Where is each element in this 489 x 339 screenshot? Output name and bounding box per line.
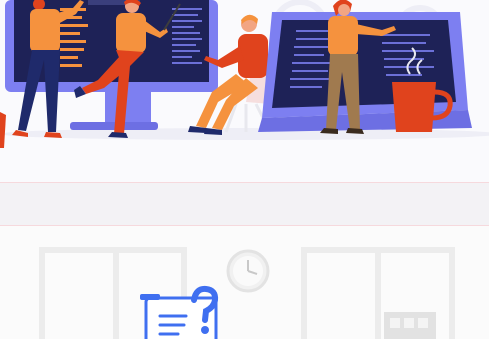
help-document-icon (140, 285, 219, 339)
illustration-art (0, 0, 489, 339)
illustration-scene (0, 0, 489, 339)
clock-icon (226, 249, 270, 293)
shelf-box (384, 312, 436, 339)
